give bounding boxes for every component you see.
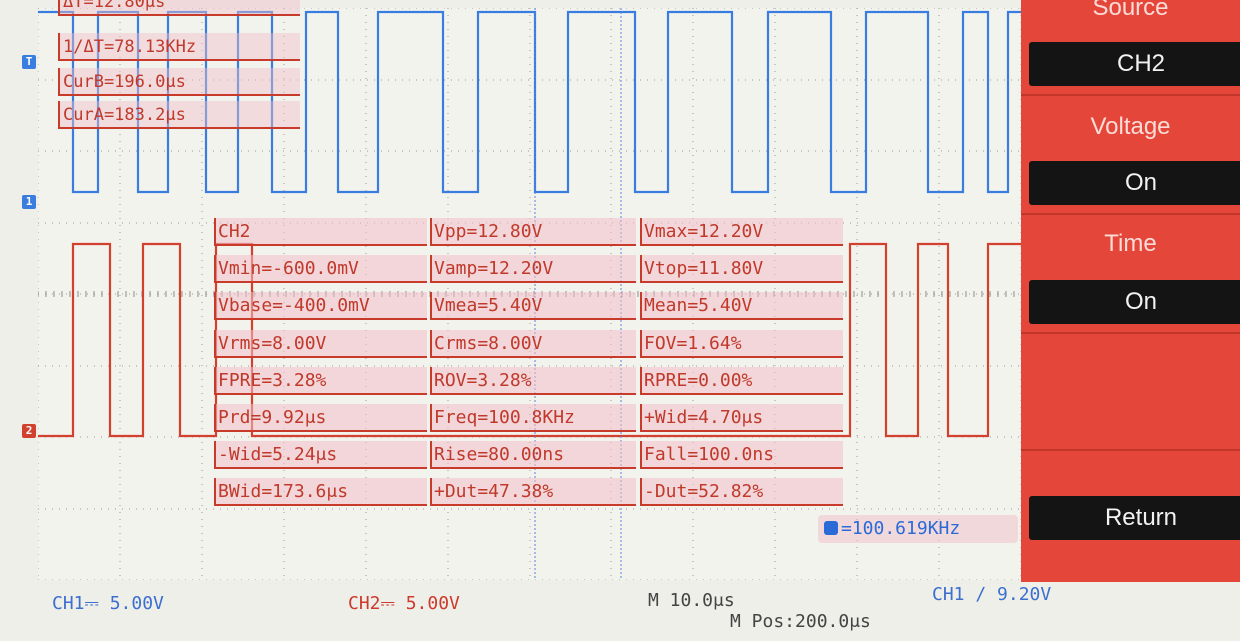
menu-divider (1021, 449, 1240, 451)
measurement-cell: +Dut=47.38% (430, 478, 636, 506)
measure-menu: Source CH2 Voltage On Time On Return (1021, 0, 1240, 582)
measurement-cell: Vrms=8.00V (214, 330, 427, 358)
menu-return-button[interactable]: Return (1029, 496, 1240, 540)
measurement-cell: BWid=173.6μs (214, 478, 427, 506)
menu-divider (1021, 332, 1240, 334)
measurement-cell: Vpp=12.80V (430, 218, 636, 246)
frequency-counter: =100.619KHz (818, 515, 1018, 543)
measurement-cell: Vmea=5.40V (430, 292, 636, 320)
ch1-scale: CH1⎓ 5.00V (52, 593, 164, 614)
measurement-cell: +Wid=4.70μs (640, 404, 843, 432)
menu-source-label: Source (1092, 0, 1169, 21)
cursor-a-readout: CurA=183.2μs (58, 101, 300, 129)
measurement-cell: Freq=100.8KHz (430, 404, 636, 432)
menu-time-label: Time (1104, 230, 1157, 257)
ch1-marker[interactable]: 1 (22, 195, 36, 209)
menu-voltage-label: Voltage (1090, 113, 1171, 140)
measurement-cell: Vmin=-600.0mV (214, 255, 427, 283)
horizontal-position-readout: M Pos:200.0μs (730, 611, 871, 632)
ch2-scale: CH2⎓ 5.00V (348, 593, 460, 614)
measurement-cell: Mean=5.40V (640, 292, 843, 320)
menu-divider (1021, 94, 1240, 96)
measurement-cell: CH2 (214, 218, 427, 246)
measurement-cell: Prd=9.92μs (214, 404, 427, 432)
measurement-cell: Vbase=-400.0mV (214, 292, 427, 320)
cursor-b-readout: CurB=196.0μs (58, 68, 300, 96)
inverse-delta-t-readout: 1/ΔT=78.13KHz (58, 33, 300, 61)
timebase-readout: M 10.0μs (648, 590, 735, 611)
menu-voltage-button[interactable]: On (1029, 161, 1240, 205)
trigger-level-marker[interactable]: T (22, 55, 36, 69)
measurement-cell: ROV=3.28% (430, 367, 636, 395)
measurement-cell: Rise=80.00ns (430, 441, 636, 469)
measurement-cell: -Wid=5.24μs (214, 441, 427, 469)
measurement-cell: FPRE=3.28% (214, 367, 427, 395)
measurement-cell: FOV=1.64% (640, 330, 843, 358)
menu-divider (1021, 213, 1240, 215)
measurement-cell: Crms=8.00V (430, 330, 636, 358)
menu-source-button[interactable]: CH2 (1029, 42, 1240, 86)
measurement-cell: RPRE=0.00% (640, 367, 843, 395)
frequency-value: =100.619KHz (841, 518, 961, 539)
counter-icon (824, 521, 838, 535)
measurement-cell: -Dut=52.82% (640, 478, 843, 506)
measurement-cell: Fall=100.0ns (640, 441, 843, 469)
trigger-readout: CH1 ∕ 9.20V (932, 584, 1052, 605)
menu-time-button[interactable]: On (1029, 280, 1240, 324)
oscilloscope-screen: T 1 2 ΔT=12.80μs 1/ΔT=78.13KHz CurB=196.… (0, 0, 1240, 641)
measurement-cell: Vamp=12.20V (430, 255, 636, 283)
delta-t-readout: ΔT=12.80μs (58, 0, 300, 16)
measurement-cell: Vmax=12.20V (640, 218, 843, 246)
measurement-cell: Vtop=11.80V (640, 255, 843, 283)
ch2-marker[interactable]: 2 (22, 424, 36, 438)
